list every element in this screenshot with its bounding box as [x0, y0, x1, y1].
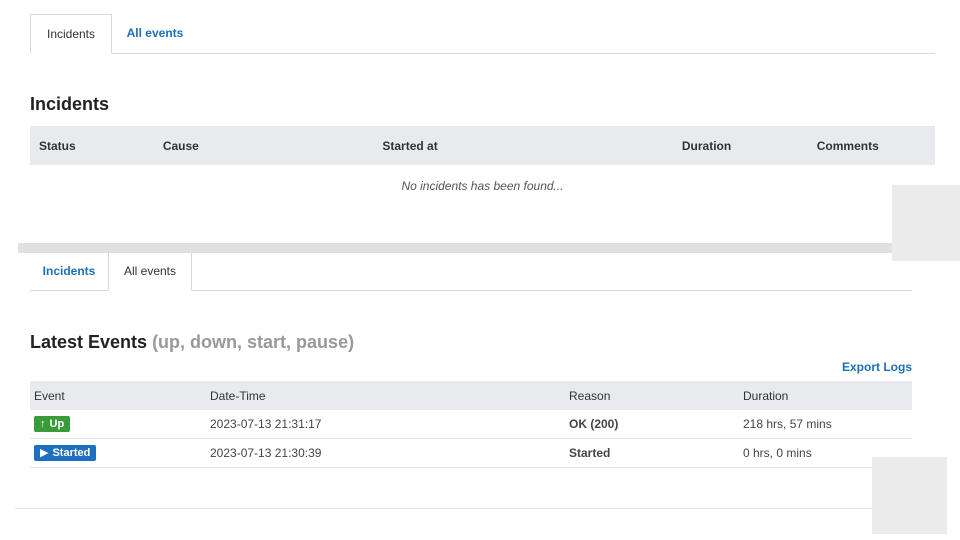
- events-heading-title: Latest Events: [30, 332, 148, 352]
- col-reason[interactable]: Reason: [565, 381, 739, 410]
- table-row[interactable]: ▶ Started 2023-07-13 21:30:39 Started 0 h…: [30, 438, 912, 468]
- duration-cell: 218 hrs, 57 mins: [739, 410, 912, 439]
- col-status[interactable]: Status: [30, 126, 163, 165]
- tab-all-events-top[interactable]: All events: [112, 14, 198, 53]
- bottom-divider: [15, 508, 872, 509]
- empty-row: No incidents has been found...: [30, 165, 935, 207]
- reason-cell: Started: [565, 438, 739, 468]
- incidents-table: Status Cause Started at Duration Comment…: [30, 126, 935, 207]
- col-event-duration[interactable]: Duration: [739, 381, 912, 410]
- col-started-at[interactable]: Started at: [382, 126, 682, 165]
- col-comments[interactable]: Comments: [816, 126, 935, 165]
- event-cell: ↑ Up: [30, 410, 206, 439]
- col-event[interactable]: Event: [30, 381, 206, 410]
- tab-incidents-top[interactable]: Incidents: [30, 14, 112, 54]
- play-icon: ▶: [40, 447, 49, 459]
- incidents-heading: Incidents: [30, 94, 110, 114]
- arrow-up-icon: ↑: [40, 418, 46, 430]
- incidents-header-row: Status Cause Started at Duration Comment…: [30, 126, 935, 165]
- table-row[interactable]: ↑ Up 2023-07-13 21:31:17 OK (200) 218 hrs…: [30, 410, 912, 439]
- section-divider: [18, 243, 893, 253]
- events-heading: Latest Events (up, down, start, pause): [30, 332, 354, 353]
- events-table: Event Date-Time Reason Duration ↑ Up 2023…: [30, 381, 912, 468]
- empty-message: No incidents has been found...: [401, 179, 564, 193]
- datetime-cell: 2023-07-13 21:31:17: [206, 410, 565, 439]
- tab-incidents-bottom[interactable]: Incidents: [30, 253, 108, 290]
- bottom-tab-bar: Incidents All events: [30, 253, 912, 291]
- reason-cell: OK (200): [565, 410, 739, 439]
- events-header-row: Event Date-Time Reason Duration: [30, 381, 912, 410]
- col-duration[interactable]: Duration: [681, 126, 817, 165]
- event-cell: ▶ Started: [30, 438, 206, 468]
- up-badge: ↑ Up: [34, 416, 71, 432]
- top-tab-bar: Incidents All events: [30, 14, 935, 54]
- bottom-panel-placeholder: [872, 457, 947, 534]
- started-badge: ▶ Started: [34, 445, 97, 461]
- col-cause[interactable]: Cause: [162, 126, 383, 165]
- col-date-time[interactable]: Date-Time: [206, 381, 565, 410]
- tab-all-events-bottom[interactable]: All events: [108, 253, 192, 291]
- export-logs-link[interactable]: Export Logs: [842, 360, 912, 374]
- events-heading-subtitle: (up, down, start, pause): [152, 332, 355, 352]
- side-panel-placeholder: [892, 185, 960, 261]
- datetime-cell: 2023-07-13 21:30:39: [206, 438, 565, 468]
